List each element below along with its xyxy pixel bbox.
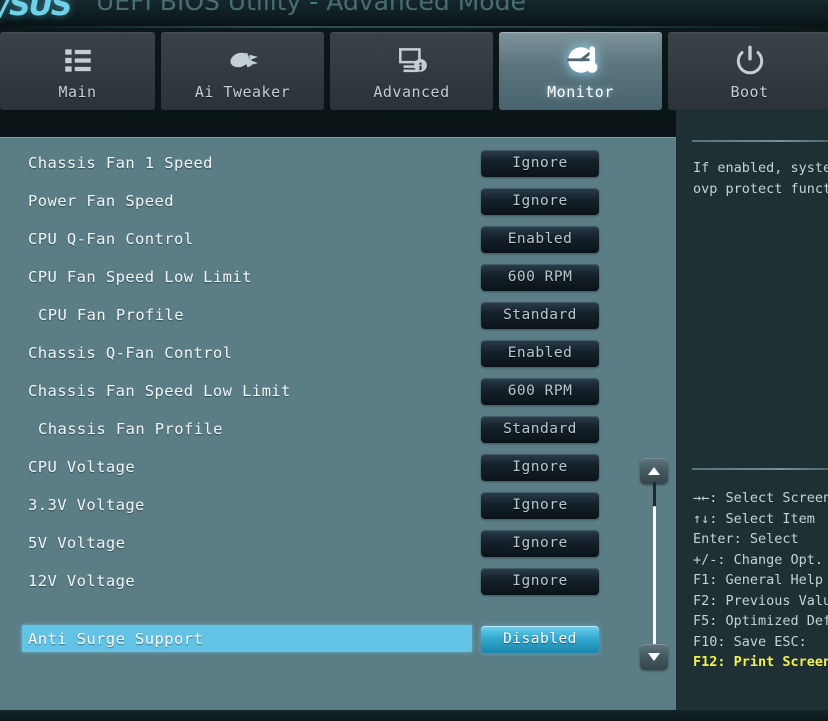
gauge-temp-icon xyxy=(557,41,605,79)
setting-label: Anti Surge Support xyxy=(28,630,204,648)
setting-value-button[interactable]: Disabled xyxy=(481,625,599,653)
setting-row[interactable]: 12V Voltage Ignore xyxy=(0,562,628,600)
tab-ai-tweaker[interactable]: Ai Tweaker xyxy=(161,32,324,110)
tab-label: Monitor xyxy=(547,83,614,101)
setting-label: Chassis Q-Fan Control xyxy=(28,344,233,362)
tab-boot[interactable]: Boot xyxy=(668,32,828,110)
help-line-2: ovp protect funct xyxy=(693,181,828,197)
setting-row[interactable]: 3.3V Voltage Ignore xyxy=(0,486,628,524)
setting-value-button[interactable]: Ignore xyxy=(481,567,599,595)
bottom-bar xyxy=(0,710,828,721)
setting-label: CPU Fan Profile xyxy=(38,306,184,324)
setting-row[interactable]: CPU Voltage Ignore xyxy=(0,448,628,486)
scroll-up-button[interactable] xyxy=(640,458,668,484)
setting-value-button[interactable]: Standard xyxy=(481,301,599,329)
scroll-down-button[interactable] xyxy=(640,644,668,670)
setting-label: CPU Voltage xyxy=(28,458,136,476)
monitor-info-icon xyxy=(388,41,436,79)
bullet-icon xyxy=(219,41,267,79)
setting-value-button[interactable]: Ignore xyxy=(481,149,599,177)
key-legend-item: ↑↓: Select Item xyxy=(693,510,815,527)
scrollbar[interactable] xyxy=(640,458,668,670)
triangle-up-icon xyxy=(648,467,660,475)
setting-label: Chassis Fan 1 Speed xyxy=(28,154,213,172)
settings-panel: Chassis Fan 1 Speed Ignore Power Fan Speed… xyxy=(0,137,676,710)
key-legend-item: →←: Select Screen xyxy=(693,490,828,506)
setting-value-button[interactable]: Ignore xyxy=(481,491,599,519)
scrollbar-track[interactable] xyxy=(653,482,656,646)
setting-row[interactable]: Chassis Fan Profile Standard xyxy=(0,410,628,448)
setting-value-button[interactable]: Ignore xyxy=(481,529,599,557)
key-legend-item: Enter: Select xyxy=(693,531,799,547)
setting-value-button[interactable]: 600 RPM xyxy=(481,263,599,291)
tab-monitor[interactable]: Monitor xyxy=(499,32,662,110)
key-legend-item: +/-: Change Opt. xyxy=(693,551,824,568)
setting-value-button[interactable]: Enabled xyxy=(481,339,599,367)
setting-row[interactable]: CPU Fan Profile Standard xyxy=(0,296,628,334)
tab-label: Ai Tweaker xyxy=(194,83,291,101)
setting-row[interactable]: Chassis Fan Speed Low Limit 600 RPM xyxy=(0,372,628,410)
setting-label: 12V Voltage xyxy=(28,572,136,590)
key-legend-item: F2: Previous Valu xyxy=(693,592,828,609)
scrollbar-thumb[interactable] xyxy=(653,506,656,646)
settings-list: Chassis Fan 1 Speed Ignore Power Fan Speed… xyxy=(0,144,628,658)
setting-row[interactable]: Chassis Fan 1 Speed Ignore xyxy=(0,144,628,182)
setting-value-button[interactable]: Ignore xyxy=(481,453,599,481)
page-title-pre: UEFI BIOS Utility xyxy=(96,0,310,16)
page-title: UEFI BIOS Utility - Advanced Mode xyxy=(96,0,526,16)
setting-row[interactable]: CPU Q-Fan Control Enabled xyxy=(0,220,628,258)
power-icon xyxy=(726,41,774,79)
help-divider-bottom xyxy=(692,468,828,470)
setting-label: Power Fan Speed xyxy=(28,192,174,210)
tab-advanced[interactable]: Advanced xyxy=(330,32,493,110)
tab-label: Advanced xyxy=(373,83,450,101)
help-panel: If enabled, syste ovp protect funct →←: … xyxy=(676,110,828,721)
help-divider-top xyxy=(692,140,828,142)
page-title-post: Advanced Mode xyxy=(318,0,526,16)
triangle-down-icon xyxy=(648,653,660,661)
key-legend-item: F1: General Help xyxy=(693,572,824,588)
tab-label: Boot xyxy=(730,83,769,101)
page-title-separator: - xyxy=(309,0,319,16)
setting-value-button[interactable]: Enabled xyxy=(481,225,599,253)
help-description: If enabled, syste ovp protect funct xyxy=(693,158,828,200)
setting-label: 5V Voltage xyxy=(28,534,126,552)
setting-label: Chassis Fan Profile xyxy=(38,420,223,438)
list-icon xyxy=(54,41,102,79)
bios-screen: /SUS UEFI BIOS Utility - Advanced Mode M… xyxy=(0,0,828,721)
setting-label: CPU Fan Speed Low Limit xyxy=(28,268,252,286)
tab-main[interactable]: Main xyxy=(0,32,155,110)
key-legend-item: F5: Optimized Def xyxy=(693,613,828,629)
setting-value-button[interactable]: Standard xyxy=(481,415,599,443)
setting-row[interactable]: CPU Fan Speed Low Limit 600 RPM xyxy=(0,258,628,296)
setting-row[interactable]: 5V Voltage Ignore xyxy=(0,524,628,562)
help-line-1: If enabled, syste xyxy=(693,160,828,176)
setting-label: CPU Q-Fan Control xyxy=(28,230,194,248)
setting-value-button[interactable]: Ignore xyxy=(481,187,599,215)
setting-row[interactable]: Anti Surge Support Disabled xyxy=(0,620,628,658)
asus-logo: /SUS xyxy=(0,0,73,23)
key-legend-item: F10: Save ESC: xyxy=(693,633,807,650)
title-bar: /SUS UEFI BIOS Utility - Advanced Mode xyxy=(0,0,828,28)
key-legend: →←: Select Screen ↑↓: Select Item Enter: S… xyxy=(693,488,828,673)
setting-row[interactable]: Power Fan Speed Ignore xyxy=(0,182,628,220)
tab-label: Main xyxy=(58,83,97,101)
setting-label: Chassis Fan Speed Low Limit xyxy=(28,382,291,400)
setting-value-button[interactable]: 600 RPM xyxy=(481,377,599,405)
key-legend-item: F12: Print Screen xyxy=(693,654,828,670)
setting-row[interactable]: Chassis Q-Fan Control Enabled xyxy=(0,334,628,372)
setting-label: 3.3V Voltage xyxy=(28,496,145,514)
